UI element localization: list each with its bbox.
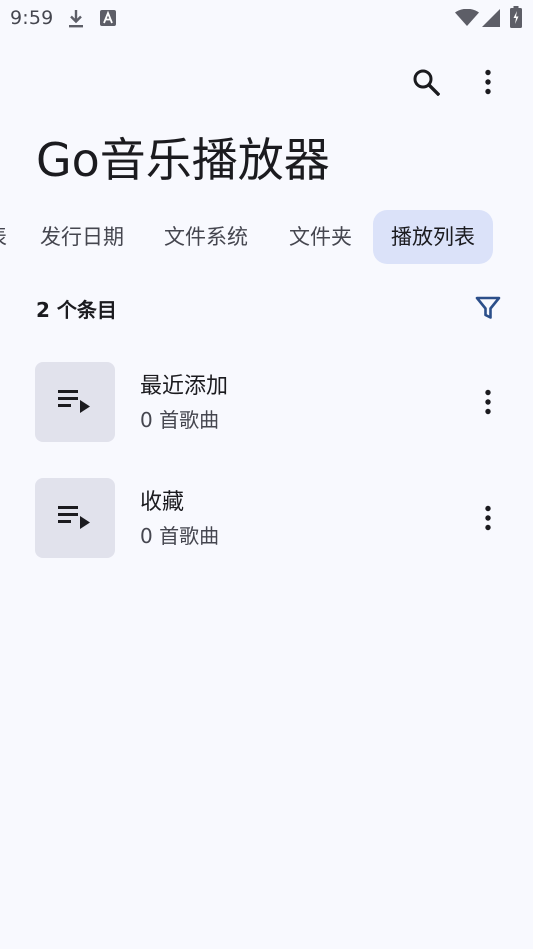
playlist-item-recently-added[interactable]: 最近添加 0 首歌曲 xyxy=(0,362,533,444)
playlist-song-count: 0 首歌曲 xyxy=(140,524,220,548)
playlist-more-button[interactable] xyxy=(466,380,510,424)
more-vert-icon xyxy=(485,389,491,415)
item-count: 2 个条目 xyxy=(36,298,117,322)
playlist-more-button[interactable] xyxy=(466,496,510,540)
app-store-icon xyxy=(100,10,116,30)
tab-release-date[interactable]: 发行日期 xyxy=(40,210,124,264)
tab-folder[interactable]: 文件夹 xyxy=(289,210,352,264)
playlist-title: 最近添加 xyxy=(140,374,229,399)
tab-file-system[interactable]: 文件系统 xyxy=(164,210,248,264)
more-options-button[interactable] xyxy=(466,60,510,104)
playlist-title: 收藏 xyxy=(140,490,185,515)
filter-icon xyxy=(475,296,501,319)
search-button[interactable] xyxy=(404,60,448,104)
playlist-song-count: 0 首歌曲 xyxy=(140,408,220,432)
search-icon xyxy=(413,69,440,96)
status-bar: 9:59 xyxy=(0,0,533,38)
status-time: 9:59 xyxy=(10,7,54,29)
wifi-icon xyxy=(455,8,479,31)
tab-playlists[interactable]: 播放列表 xyxy=(373,210,493,264)
download-icon xyxy=(66,8,86,34)
playlist-item-favorites[interactable]: 收藏 0 首歌曲 xyxy=(0,478,533,560)
filter-button[interactable] xyxy=(468,288,508,328)
cell-signal-icon xyxy=(482,9,500,31)
more-vert-icon xyxy=(485,505,491,531)
battery-icon xyxy=(510,6,522,32)
playlist-thumbnail xyxy=(35,362,115,442)
tab-partial[interactable]: 表 xyxy=(0,210,7,264)
playlist-thumbnail xyxy=(35,478,115,558)
category-tabs: 表 发行日期 文件系统 文件夹 播放列表 xyxy=(0,210,533,266)
playlist-play-icon xyxy=(58,390,90,413)
top-app-bar xyxy=(0,60,533,106)
more-vert-icon xyxy=(485,69,491,95)
page-title: Go音乐播放器 xyxy=(36,133,330,187)
playlist-play-icon xyxy=(58,506,90,529)
